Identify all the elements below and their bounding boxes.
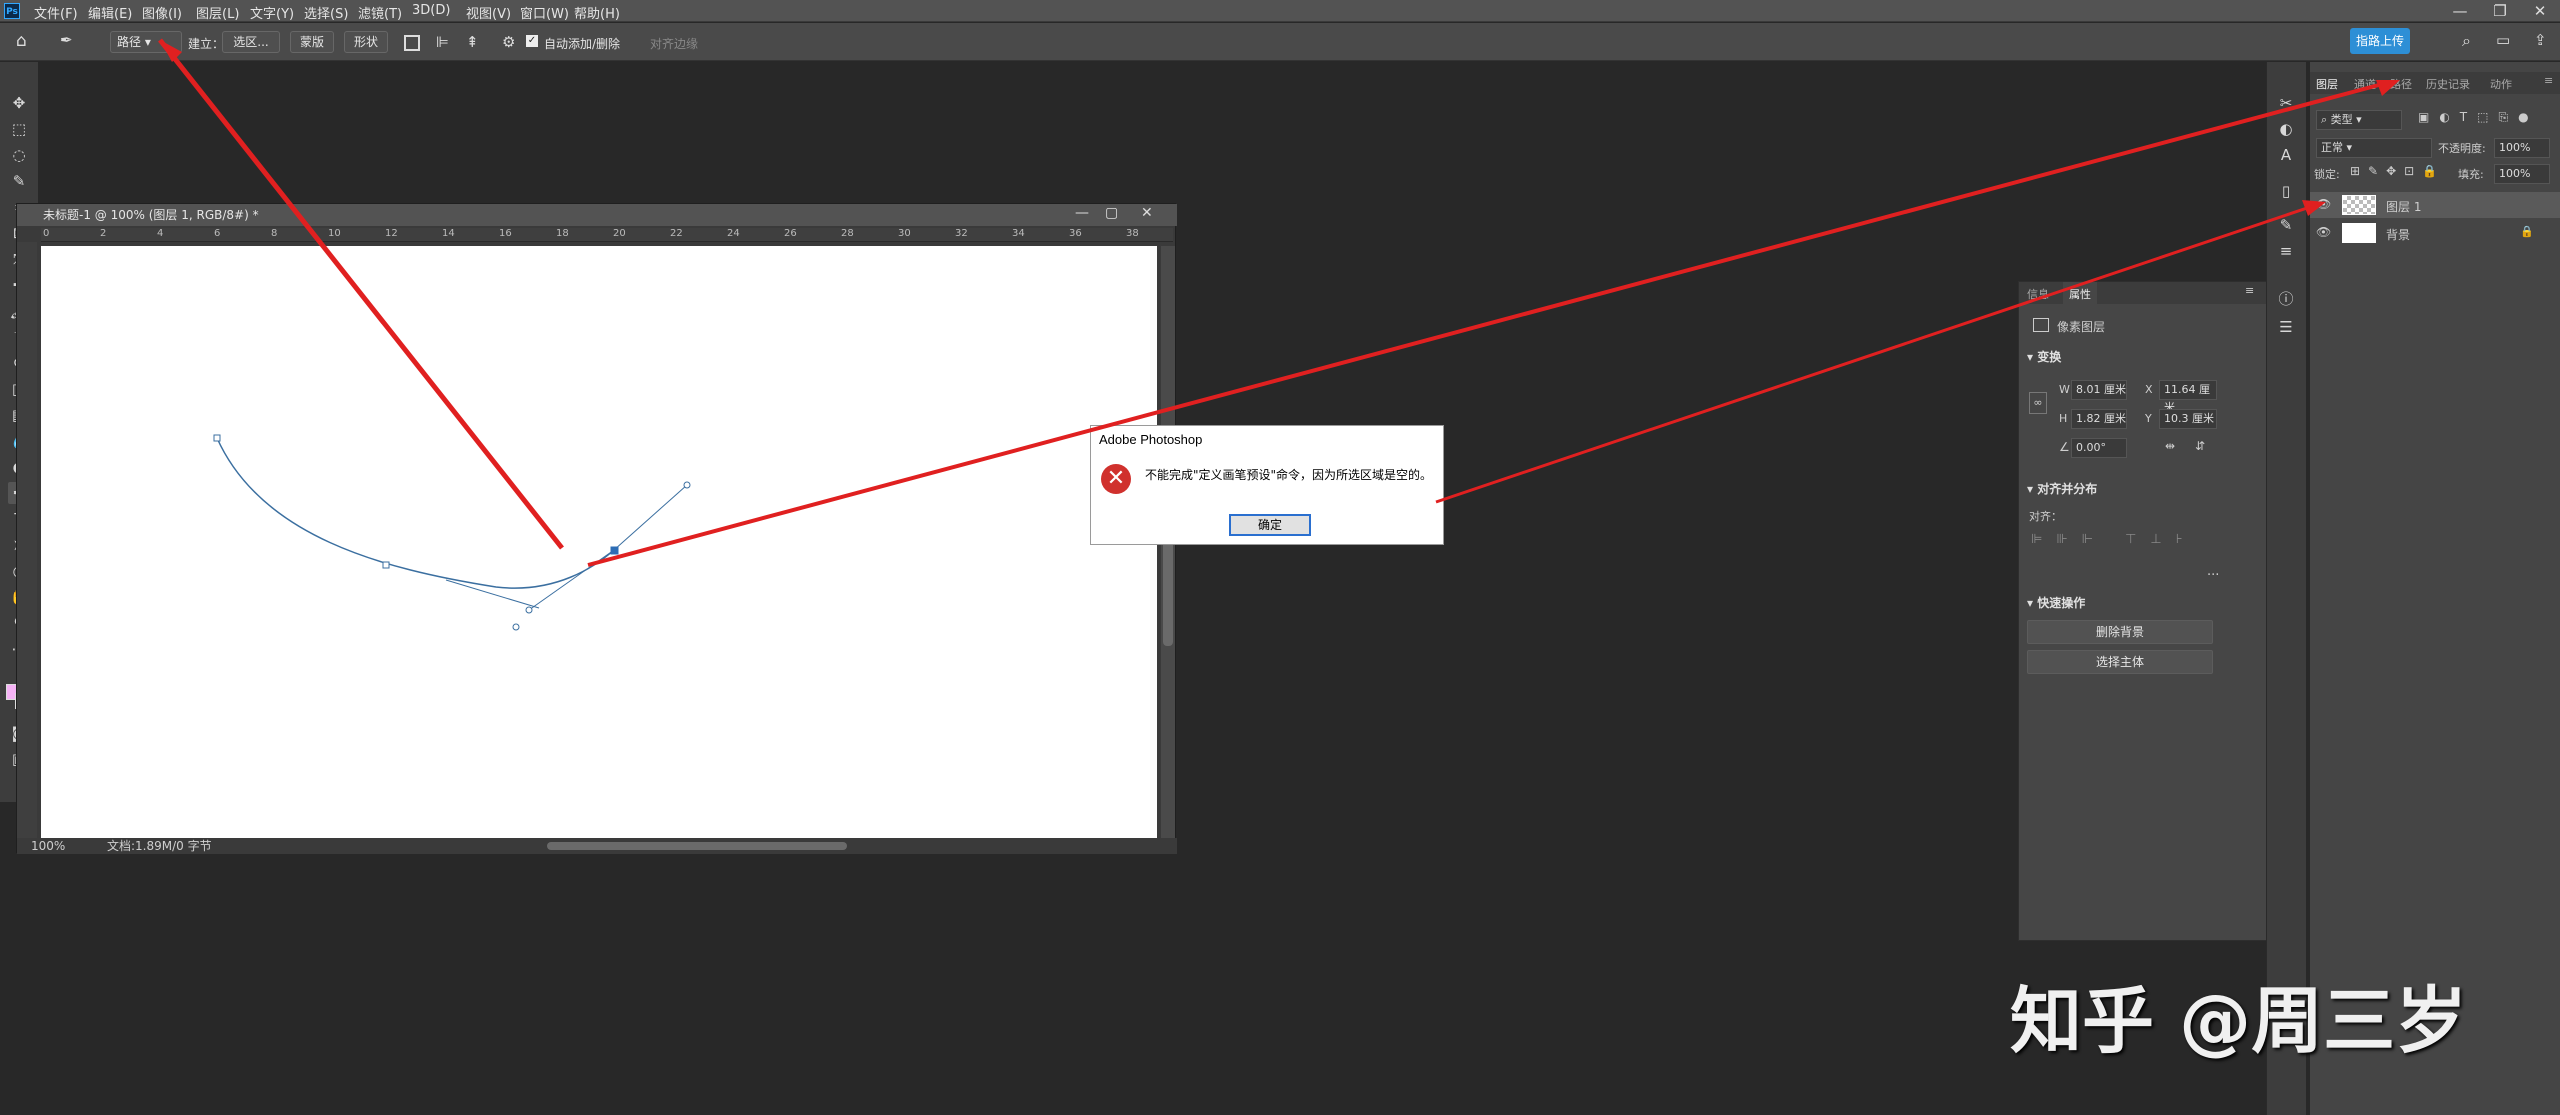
watermark: 知乎 @周三岁	[2010, 979, 2468, 1063]
arrow-to-paths-tab	[587, 80, 2391, 567]
arrowhead-paths-tab	[2376, 80, 2400, 96]
arrow-to-path-mode	[158, 38, 564, 550]
arrow-to-layer1	[1435, 203, 2317, 504]
arrowhead-path-mode	[160, 40, 182, 62]
arrowhead-layer1	[2302, 200, 2326, 216]
annotation-arrows	[158, 38, 2400, 567]
